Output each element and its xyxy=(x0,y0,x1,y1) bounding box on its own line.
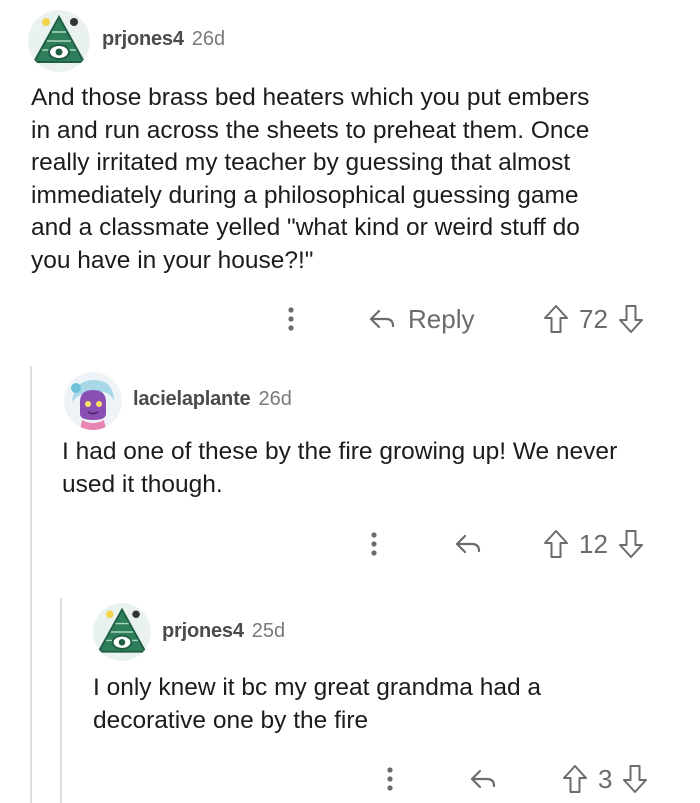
reply-button[interactable] xyxy=(469,759,509,799)
comment: prjones4 25d I only knew it bc my great … xyxy=(0,0,700,803)
comment-line: decorative one by the fire xyxy=(93,706,369,734)
pyramid-eye-icon xyxy=(93,603,151,661)
downvote-arrow-icon xyxy=(623,765,648,793)
reply-arrow-icon xyxy=(470,769,496,789)
avatar[interactable] xyxy=(93,603,151,661)
comment-age: 25d xyxy=(251,620,286,642)
more-options-button[interactable] xyxy=(380,759,400,799)
comment-actions: 3 xyxy=(0,759,700,799)
comment-line: I only knew it bc my great grandma had a xyxy=(93,674,542,701)
comment-body: I only knew it bc my great grandma had a… xyxy=(93,672,693,737)
upvote-button[interactable] xyxy=(562,764,588,794)
vote-count: 3 xyxy=(598,763,613,794)
upvote-arrow-icon xyxy=(563,765,587,793)
username[interactable]: prjones4 xyxy=(162,620,244,643)
vote-controls: 3 xyxy=(562,759,648,799)
vertical-dots-icon xyxy=(387,767,393,791)
downvote-button[interactable] xyxy=(622,764,648,794)
